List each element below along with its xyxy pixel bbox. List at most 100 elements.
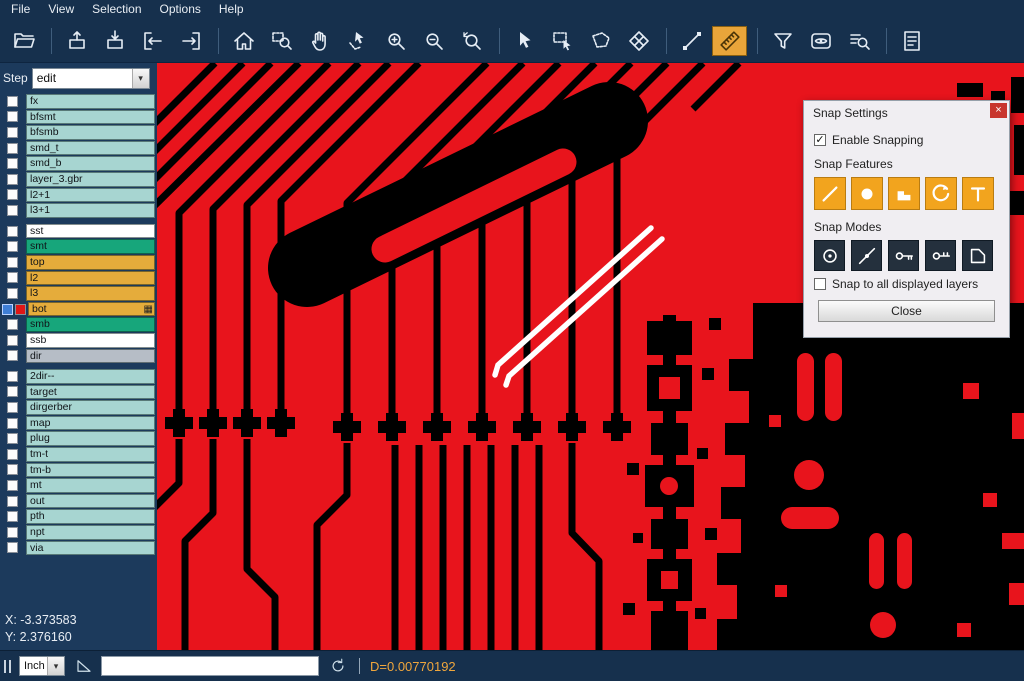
- layer-visibility-checkbox[interactable]: [7, 464, 18, 475]
- layer-visibility-checkbox[interactable]: [7, 127, 18, 138]
- layer-visibility-checkbox[interactable]: [7, 350, 18, 361]
- snap-pad-button[interactable]: [851, 177, 883, 210]
- layer-name-label[interactable]: via: [26, 541, 155, 556]
- layer-visibility-checkbox[interactable]: [7, 527, 18, 538]
- menu-view[interactable]: View: [39, 0, 83, 19]
- layer-name-label[interactable]: bfsmb: [26, 125, 155, 140]
- layer-visibility-checkbox[interactable]: [7, 189, 18, 200]
- menu-file[interactable]: File: [2, 0, 39, 19]
- enable-snapping-checkbox[interactable]: ✓: [814, 134, 826, 146]
- snap-outline-button[interactable]: [962, 240, 993, 271]
- menu-help[interactable]: Help: [210, 0, 253, 19]
- polygon-select-button[interactable]: [583, 26, 618, 56]
- layer-name-label[interactable]: plug: [26, 431, 155, 446]
- layer-name-label[interactable]: bfsmt: [26, 110, 155, 125]
- layer-name-label[interactable]: bot▦: [28, 302, 155, 317]
- layer-visibility-checkbox[interactable]: [7, 335, 18, 346]
- layer-name-label[interactable]: sst: [26, 224, 155, 239]
- dialog-titlebar[interactable]: Snap Settings ×: [804, 101, 1009, 124]
- layer-visibility-checkbox[interactable]: [7, 449, 18, 460]
- layer-name-label[interactable]: fx: [26, 94, 155, 109]
- layer-name-label[interactable]: l2: [26, 271, 155, 286]
- snap-corner-button[interactable]: [888, 177, 920, 210]
- refresh-icon[interactable]: [329, 657, 347, 675]
- view-options-button[interactable]: [803, 26, 838, 56]
- layer-name-label[interactable]: l3: [26, 286, 155, 301]
- layer-name-label[interactable]: dir: [26, 349, 155, 364]
- zoom-fit-button[interactable]: [454, 26, 489, 56]
- layer-visibility-checkbox[interactable]: [7, 272, 18, 283]
- layer-visibility-checkbox[interactable]: [7, 386, 18, 397]
- snap-text-button[interactable]: [962, 177, 994, 210]
- layer-visibility-checkbox[interactable]: [7, 402, 18, 413]
- chevron-down-icon[interactable]: ▾: [47, 657, 64, 675]
- import-down-button[interactable]: [97, 26, 132, 56]
- chevron-down-icon[interactable]: ▾: [132, 69, 149, 88]
- zoom-in-button[interactable]: [378, 26, 413, 56]
- rectangle-select-button[interactable]: [545, 26, 580, 56]
- filter-button[interactable]: [765, 26, 800, 56]
- report-button[interactable]: [894, 26, 929, 56]
- pan-button[interactable]: [302, 26, 337, 56]
- layer-name-label[interactable]: pth: [26, 509, 155, 524]
- close-button[interactable]: Close: [818, 300, 996, 322]
- pointer-select-button[interactable]: [507, 26, 542, 56]
- import-left-button[interactable]: [135, 26, 170, 56]
- line-tool-button[interactable]: [674, 26, 709, 56]
- layer-name-label[interactable]: smb: [26, 317, 155, 332]
- snap-key-a-button[interactable]: [888, 240, 919, 271]
- layer-visibility-checkbox[interactable]: [7, 288, 18, 299]
- menu-options[interactable]: Options: [151, 0, 210, 19]
- layer-visibility-checkbox[interactable]: [7, 257, 18, 268]
- layer-name-label[interactable]: smd_b: [26, 156, 155, 171]
- lasso-select-button[interactable]: [340, 26, 375, 56]
- layer-name-label[interactable]: npt: [26, 525, 155, 540]
- export-up-button[interactable]: [59, 26, 94, 56]
- export-right-button[interactable]: [173, 26, 208, 56]
- snap-key-b-button[interactable]: [925, 240, 956, 271]
- open-project-button[interactable]: [6, 26, 41, 56]
- layer-name-label[interactable]: mt: [26, 478, 155, 493]
- layer-visibility-checkbox[interactable]: [7, 433, 18, 444]
- layer-name-label[interactable]: target: [26, 385, 155, 400]
- find-button[interactable]: [841, 26, 876, 56]
- snap-line-button[interactable]: [814, 177, 846, 210]
- layer-visibility-checkbox[interactable]: [7, 480, 18, 491]
- step-dropdown[interactable]: edit ▾: [32, 68, 150, 89]
- close-icon[interactable]: ×: [990, 103, 1007, 118]
- layer-visibility-checkbox[interactable]: [7, 511, 18, 522]
- skew-transform-button[interactable]: [621, 26, 656, 56]
- layer-name-label[interactable]: l2+1: [26, 188, 155, 203]
- unit-dropdown[interactable]: Inch ▾: [19, 656, 65, 676]
- layer-name-label[interactable]: tm-b: [26, 463, 155, 478]
- layer-visibility-checkbox[interactable]: [7, 241, 18, 252]
- layer-visibility-checkbox[interactable]: [7, 158, 18, 169]
- layer-visibility-checkbox[interactable]: [7, 205, 18, 216]
- layer-name-label[interactable]: out: [26, 494, 155, 509]
- layer-name-label[interactable]: tm-t: [26, 447, 155, 462]
- layer-name-label[interactable]: top: [26, 255, 155, 270]
- layer-visibility-checkbox[interactable]: [7, 226, 18, 237]
- snap-all-layers-checkbox[interactable]: [814, 278, 826, 290]
- layer-name-label[interactable]: smd_t: [26, 141, 155, 156]
- layer-visibility-checkbox[interactable]: [7, 143, 18, 154]
- layer-visibility-checkbox[interactable]: [7, 496, 18, 507]
- home-view-button[interactable]: [226, 26, 261, 56]
- layer-name-label[interactable]: map: [26, 416, 155, 431]
- layer-visibility-checkbox[interactable]: [7, 96, 18, 107]
- snap-nearest-button[interactable]: [851, 240, 882, 271]
- layer-visibility-checkbox[interactable]: [7, 319, 18, 330]
- layer-name-label[interactable]: layer_3.gbr: [26, 172, 155, 187]
- menu-selection[interactable]: Selection: [83, 0, 150, 19]
- layer-visibility-checkbox[interactable]: [7, 111, 18, 122]
- zoom-window-button[interactable]: [264, 26, 299, 56]
- snap-arc-button[interactable]: [925, 177, 957, 210]
- layer-visibility-checkbox[interactable]: [7, 418, 18, 429]
- layer-name-label[interactable]: ssb: [26, 333, 155, 348]
- snap-center-button[interactable]: [814, 240, 845, 271]
- measure-ruler-button[interactable]: [712, 26, 747, 56]
- command-input[interactable]: [101, 656, 319, 676]
- layer-name-label[interactable]: l3+1: [26, 203, 155, 218]
- layer-visibility-checkbox[interactable]: [7, 371, 18, 382]
- layer-visibility-checkbox[interactable]: [7, 542, 18, 553]
